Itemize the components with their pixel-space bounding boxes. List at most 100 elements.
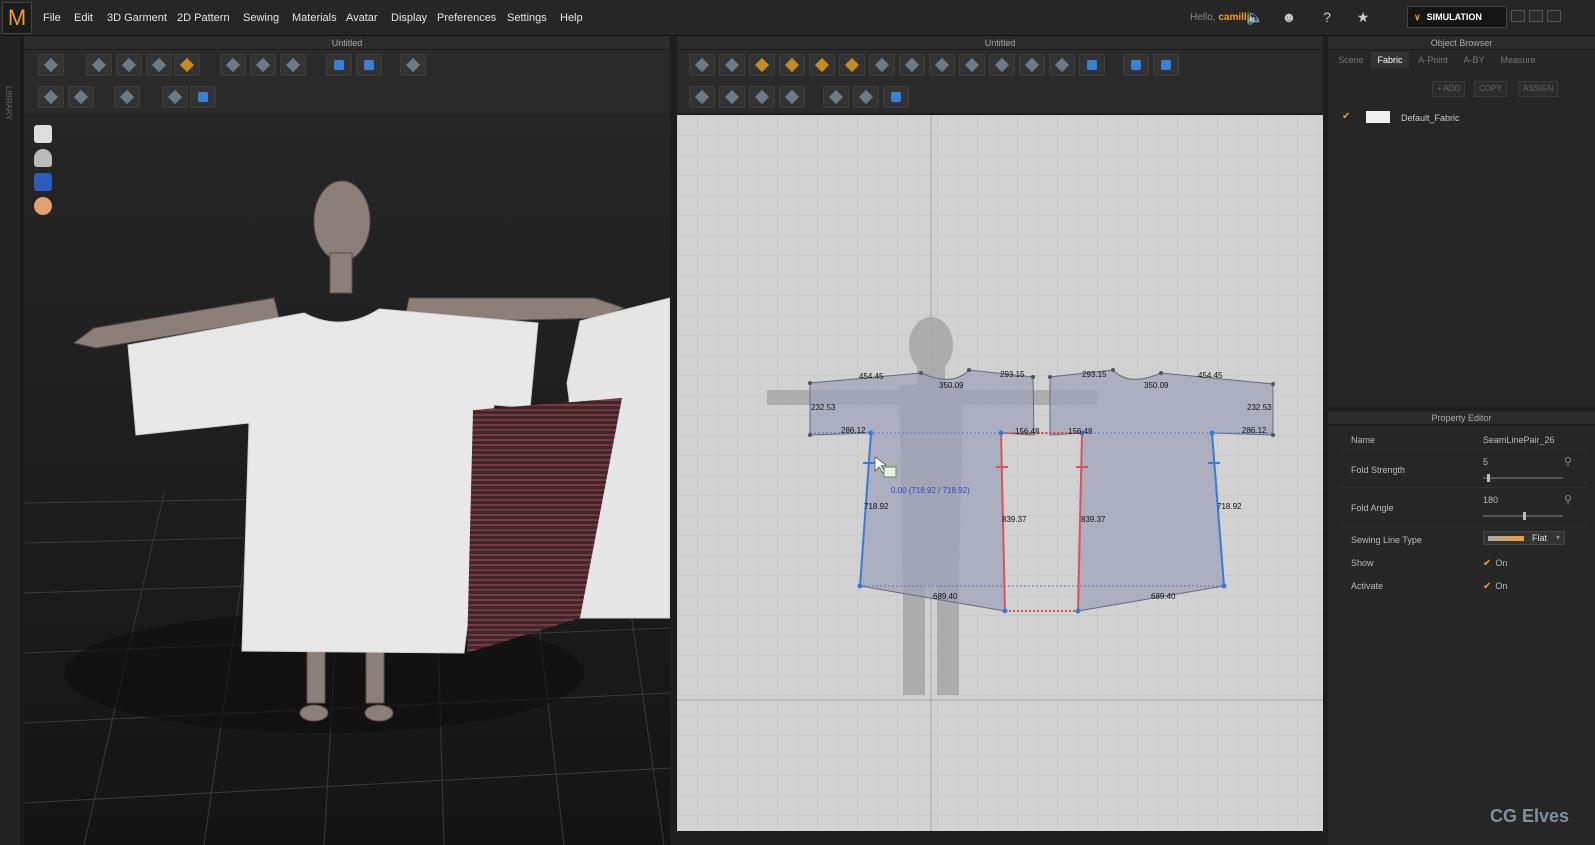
user-icon[interactable]: ☻ [1280,9,1298,27]
tool-2d-internal-rect[interactable] [989,54,1015,76]
menu-preferences[interactable]: Preferences [437,12,496,24]
tshirt-view-icon[interactable] [34,125,52,143]
prop-fold-strength-value[interactable]: 5 [1483,457,1488,467]
tool-select-mesh[interactable] [162,86,188,108]
tool-garment-move[interactable] [116,54,142,76]
tool-2d-free-sewing[interactable] [719,86,745,108]
simulation-button[interactable]: ∨ SIMULATION [1407,6,1507,28]
tool-down-arrow[interactable] [38,54,64,76]
fold-strength-slider[interactable] [1483,474,1563,482]
tool-fold[interactable] [174,54,200,76]
tool-2d-edit-sewing[interactable] [749,86,775,108]
tool-2d-fold-arrangement[interactable] [1123,54,1149,76]
tab-scene[interactable]: Scene [1332,52,1370,68]
menu-edit[interactable]: Edit [74,12,93,24]
label-side-left: 232.53 [811,403,836,412]
pin-icon[interactable]: ⚲ [1564,455,1572,468]
tool-2d-transform[interactable] [689,54,715,76]
prop-show-label: Show [1351,558,1374,568]
prop-activate-label: Activate [1351,581,1384,591]
tool-arrangement-points[interactable] [326,54,352,76]
tab-a-by[interactable]: A-BY [1456,52,1492,68]
tool-texture[interactable] [38,86,64,108]
sewing-view-icon[interactable] [34,173,52,191]
copy-fabric-button[interactable]: COPY [1474,81,1507,97]
viewport-3d[interactable] [24,113,670,845]
tool-2d-add-point[interactable] [779,54,805,76]
tool-2d-texture-transform[interactable] [883,86,909,108]
tool-2d-segment-sewing[interactable] [689,86,715,108]
tool-2d-internal-polygon[interactable] [959,54,985,76]
prop-name-value[interactable]: SeamLinePair_26 [1483,435,1555,445]
prop-fold-angle-value[interactable]: 180 [1483,495,1498,505]
activate-checkbox[interactable]: ✔ On [1483,581,1507,592]
label-hem-right: 689.40 [1151,592,1176,601]
menu-3d-garment[interactable]: 3D Garment [107,12,167,24]
tool-2d-polygon[interactable] [869,54,895,76]
tool-2d-texture-grid[interactable] [853,86,879,108]
close-button[interactable] [1547,10,1561,22]
tool-2d-internal-circle[interactable] [1019,54,1045,76]
tool-select[interactable] [86,54,112,76]
speaker-icon[interactable]: 🔈 [1246,9,1264,27]
tool-2d-trace[interactable] [1079,54,1105,76]
tool-2d-internal-line[interactable] [839,54,865,76]
menu-display[interactable]: Display [391,12,427,24]
app-logo[interactable]: M [2,2,32,34]
chevron-down-icon: ▾ [1556,533,1561,542]
menu-avatar[interactable]: Avatar [346,12,378,24]
tool-box[interactable] [356,54,382,76]
tool-measure[interactable] [400,54,426,76]
fabric-list-item[interactable]: ✔ Default_Fabric [1328,108,1595,126]
chevron-down-icon: ∨ [1414,12,1421,22]
help-icon[interactable]: ? [1318,9,1336,27]
menu-2d-pattern[interactable]: 2D Pattern [177,12,230,24]
tool-2d-zoom[interactable] [1153,54,1179,76]
label-mid-left: 156.48 [1015,427,1040,436]
menu-help[interactable]: Help [560,12,583,24]
user-greeting: Hello, camilli [1190,12,1250,23]
tool-tack[interactable] [250,54,276,76]
add-fabric-button[interactable]: + ADD [1432,81,1466,97]
menu-sewing[interactable]: Sewing [243,12,279,24]
maximize-button[interactable] [1529,10,1543,22]
tool-2d-edit-point[interactable] [719,54,745,76]
tool-2d-edit-curvature[interactable] [809,54,835,76]
tool-flat[interactable] [190,86,216,108]
tool-brush[interactable] [220,54,246,76]
fabric-name: Default_Fabric [1401,113,1460,123]
tool-2d-circle[interactable] [929,54,955,76]
tool-2d-curve-point[interactable] [749,54,775,76]
minimize-button[interactable] [1511,10,1525,22]
avatar-view-icon[interactable] [34,149,52,167]
menu-file[interactable]: File [43,12,61,24]
show-checkbox[interactable]: ✔ On [1483,558,1507,569]
garment-icon[interactable]: ★ [1354,9,1372,27]
tool-texture-grid[interactable] [68,86,94,108]
fold-angle-slider[interactable] [1483,512,1563,520]
menu-materials[interactable]: Materials [292,12,337,24]
tab-measure[interactable]: Measure [1494,52,1542,68]
slider-thumb[interactable] [1487,474,1490,482]
tool-2d-rectangle[interactable] [899,54,925,76]
library-strip[interactable]: LIBRARY [0,36,22,845]
pattern-window-2d[interactable]: 454.45 293.15 350.09 232.53 286.12 156.4… [677,115,1323,831]
divider [1338,449,1588,450]
tab-fabric[interactable]: Fabric [1371,52,1409,68]
tool-transform[interactable] [114,86,140,108]
tool-2d-check-sewing[interactable] [779,86,805,108]
tool-2d-dart[interactable] [1049,54,1075,76]
sewing-line-type-select[interactable]: Flat ▾ [1483,531,1565,545]
tool-2d-edit-texture[interactable] [823,86,849,108]
slider-thumb[interactable] [1523,512,1526,520]
menu-settings[interactable]: Settings [507,12,547,24]
assign-fabric-button[interactable]: ASSIGN [1518,81,1559,97]
tool-avatar[interactable] [280,54,306,76]
pin-icon[interactable]: ⚲ [1564,493,1572,506]
label-neck-left: 350.09 [939,381,964,390]
skin-view-icon[interactable] [34,197,52,215]
toolbar-2d [677,50,1323,113]
divider [1338,487,1588,488]
tool-garment-pin[interactable] [146,54,172,76]
tab-a-point[interactable]: A-Point [1412,52,1454,68]
